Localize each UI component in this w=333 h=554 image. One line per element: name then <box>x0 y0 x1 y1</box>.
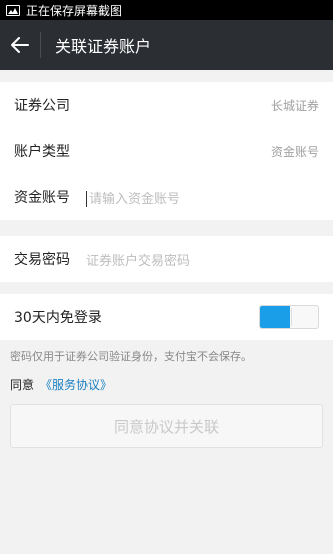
account-info-group: 证券公司 长城证券 账户类型 资金账号 资金账号 请输入资金账号 <box>0 82 333 220</box>
broker-label: 证券公司 <box>14 98 70 114</box>
agreement-line: 同意 《服务协议》 <box>10 376 112 393</box>
privacy-note: 密码仅用于证券公司验证身份，支付宝不会保存。 <box>10 350 252 363</box>
fund-account-label: 资金账号 <box>14 190 70 206</box>
fund-account-placeholder: 请输入资金账号 <box>89 191 181 207</box>
agreement-prefix: 同意 <box>10 378 35 392</box>
fund-account-row: 资金账号 请输入资金账号 <box>0 174 333 220</box>
remember-toggle[interactable] <box>259 305 319 329</box>
remember-label: 30天内免登录 <box>14 310 102 326</box>
password-input[interactable]: 证券账户交易密码 <box>86 250 190 269</box>
page-title: 关联证券账户 <box>55 37 152 56</box>
account-type-value: 资金账号 <box>270 144 319 159</box>
fund-account-input[interactable]: 请输入资金账号 <box>86 188 180 207</box>
service-agreement-link[interactable]: 《服务协议》 <box>40 378 112 392</box>
broker-value: 长城证券 <box>270 98 319 113</box>
password-row: 交易密码 证券账户交易密码 <box>0 236 333 282</box>
toggle-on-fill <box>260 306 290 328</box>
toggle-knob <box>291 308 292 326</box>
title-divider <box>40 32 41 58</box>
status-text: 正在保存屏幕截图 <box>26 3 123 18</box>
password-group: 交易密码 证券账户交易密码 <box>0 236 333 282</box>
text-cursor <box>86 190 87 207</box>
password-label: 交易密码 <box>14 252 70 268</box>
title-bar: 关联证券账户 <box>0 20 333 70</box>
broker-row[interactable]: 证券公司 长城证券 <box>0 82 333 128</box>
image-icon <box>6 4 20 16</box>
account-type-row[interactable]: 账户类型 资金账号 <box>0 128 333 174</box>
status-bar: 正在保存屏幕截图 <box>0 0 333 20</box>
back-button[interactable] <box>0 20 40 70</box>
remember-row: 30天内免登录 <box>0 294 333 340</box>
account-type-label: 账户类型 <box>14 144 70 160</box>
remember-group: 30天内免登录 <box>0 294 333 340</box>
agree-and-link-button[interactable]: 同意协议并关联 <box>10 404 323 448</box>
back-arrow-icon <box>11 37 29 53</box>
